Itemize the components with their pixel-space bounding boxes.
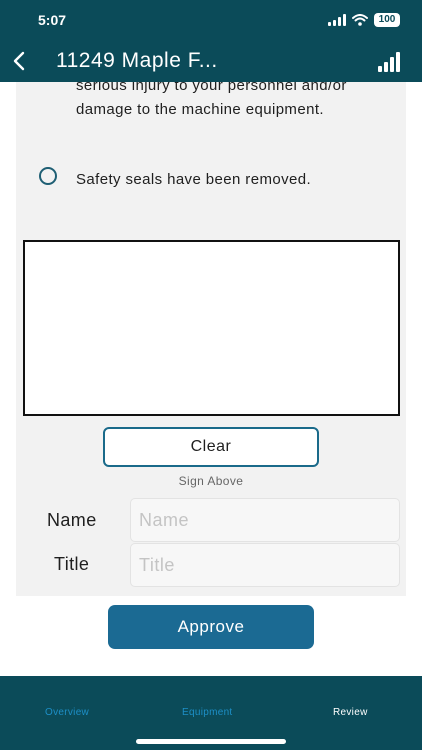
warning-line-2: damage to the machine equipment. [76, 101, 324, 118]
chevron-left-icon [13, 51, 25, 71]
tab-review[interactable]: Review [333, 707, 368, 718]
sign-above-hint: Sign Above [178, 474, 244, 488]
safety-seals-radio[interactable] [39, 167, 57, 185]
back-button[interactable] [8, 48, 30, 74]
warning-text: serious injury to your personnel and/or … [76, 82, 396, 122]
page-title: 11249 Maple F... [56, 49, 218, 72]
tab-equipment[interactable]: Equipment [182, 707, 233, 718]
safety-seals-label: Safety seals have been removed. [76, 171, 312, 188]
signal-bars-icon[interactable] [378, 52, 400, 72]
tab-overview[interactable]: Overview [45, 707, 89, 718]
signature-pad[interactable] [23, 240, 400, 416]
warning-line-1: serious injury to your personnel and/or [76, 82, 347, 94]
title-input[interactable] [130, 543, 400, 587]
app-header: 5:07 100 11249 Maple F... [0, 0, 422, 82]
status-time: 5:07 [38, 12, 67, 28]
tab-bar: Overview Equipment Review [0, 676, 422, 750]
approve-button[interactable]: Approve [108, 605, 314, 649]
clear-signature-button[interactable]: Clear [103, 427, 319, 467]
name-label: Name [47, 510, 97, 530]
title-label: Title [54, 554, 90, 574]
home-indicator [136, 739, 286, 744]
battery-icon: 100 [374, 13, 400, 27]
checklist-panel: serious injury to your personnel and/or … [16, 82, 406, 596]
status-icons: 100 [328, 13, 400, 27]
name-input[interactable] [130, 498, 400, 542]
wifi-icon [352, 14, 368, 26]
cellular-signal-icon [328, 14, 346, 26]
